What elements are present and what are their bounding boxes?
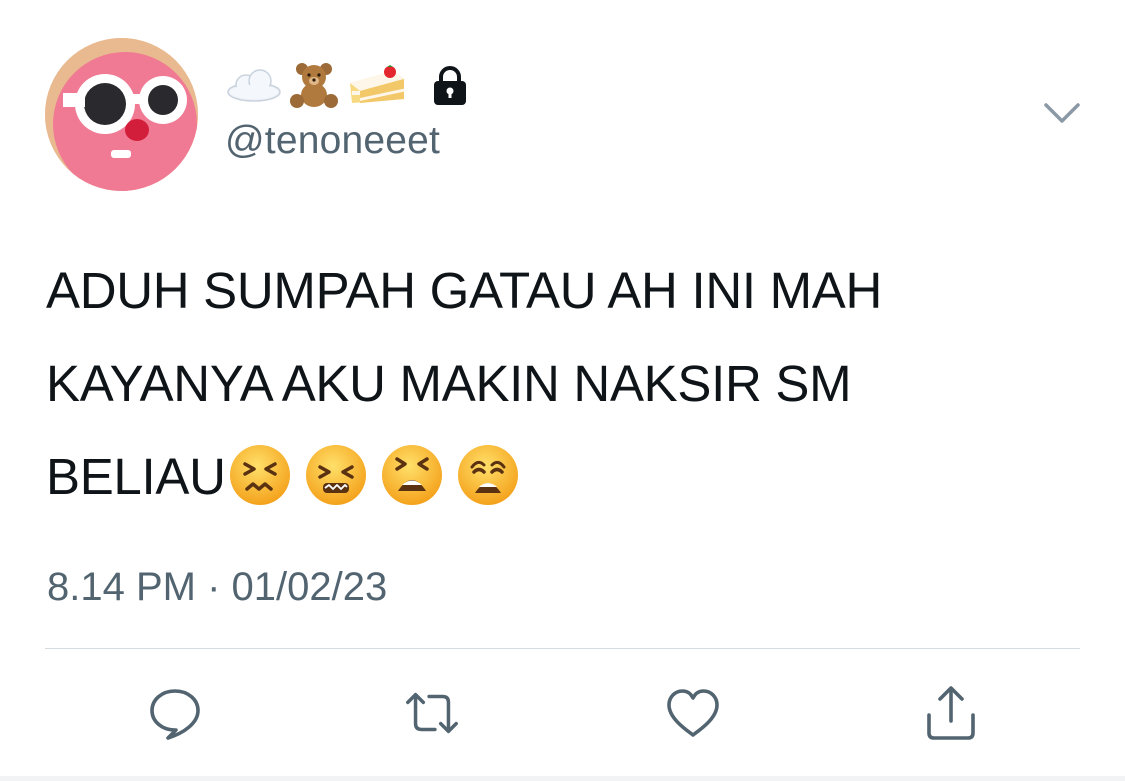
like-button[interactable]: [663, 683, 723, 743]
avatar[interactable]: [45, 38, 198, 191]
emoji-group: [228, 443, 520, 507]
shortcake-emoji: [350, 65, 404, 103]
display-name[interactable]: [226, 62, 472, 108]
confounded-face-emoji: [229, 444, 290, 505]
divider: [45, 648, 1080, 649]
retweet-button[interactable]: [402, 683, 462, 743]
user-handle[interactable]: @tenoneeet: [225, 118, 440, 164]
tweet-text-line: KAYANYA AKU MAKIN NAKSIR SM: [46, 355, 852, 412]
lock-icon: [434, 66, 466, 105]
tweet-text-line: BELIAU: [46, 448, 226, 505]
tweet-text: ADUH SUMPAH GATAU AH INI MAH KAYANYA AKU…: [46, 244, 1086, 523]
chevron-down-icon: [1044, 103, 1080, 123]
share-icon: [927, 686, 975, 740]
tweet-timestamp[interactable]: 8.14 PM · 01/02/23: [47, 562, 387, 612]
share-button[interactable]: [921, 683, 981, 743]
teddy-bear-emoji: [290, 63, 338, 108]
weary-face-emoji: [457, 444, 518, 505]
heart-icon: [667, 689, 719, 737]
reply-icon: [150, 689, 200, 740]
tired-face-emoji: [381, 444, 442, 505]
more-options-button[interactable]: [1040, 96, 1084, 132]
reply-button[interactable]: [145, 683, 205, 743]
retweet-icon: [406, 692, 458, 734]
tweet-text-line-last: BELIAU: [46, 430, 1086, 523]
cloud-emoji: [227, 69, 281, 102]
avatar-image: [45, 38, 198, 191]
bottom-edge: [0, 776, 1125, 781]
persevering-face-emoji: [305, 444, 366, 505]
tweet-text-line: ADUH SUMPAH GATAU AH INI MAH: [46, 262, 883, 319]
